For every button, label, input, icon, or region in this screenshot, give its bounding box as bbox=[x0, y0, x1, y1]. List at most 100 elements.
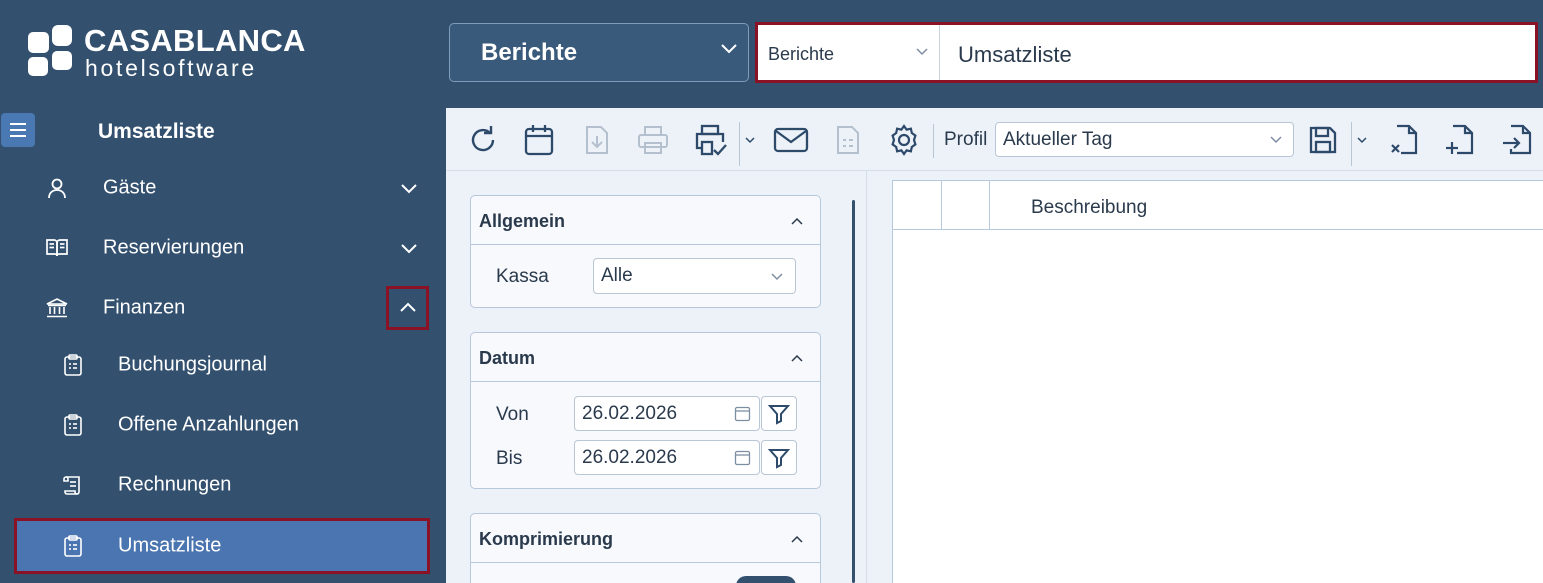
sidebar-item-label: Finanzen bbox=[103, 296, 186, 319]
save-profile-button[interactable] bbox=[1303, 120, 1343, 160]
chevron-up-icon[interactable] bbox=[790, 350, 804, 368]
print-preview-button[interactable] bbox=[633, 120, 673, 160]
grid-column-header[interactable] bbox=[893, 181, 942, 230]
filter-card-datum: Datum Von 26.02.2026 Bis 26.02.2026 bbox=[470, 332, 821, 489]
printer-icon bbox=[638, 126, 668, 154]
kassa-select-value: Alle bbox=[601, 265, 633, 286]
mail-icon bbox=[773, 127, 809, 153]
scroll-icon bbox=[60, 472, 86, 498]
new-profile-button[interactable] bbox=[1440, 120, 1480, 160]
von-label: Von bbox=[496, 404, 529, 425]
chevron-down-icon bbox=[915, 44, 929, 62]
sidebar-item-offene-anzahlungen[interactable]: Offene Anzahlungen bbox=[0, 397, 446, 453]
profil-label: Profil bbox=[944, 129, 988, 150]
print-options-dropdown[interactable] bbox=[743, 130, 757, 150]
calendar-button[interactable] bbox=[519, 120, 559, 160]
chevron-down-icon[interactable] bbox=[396, 175, 422, 201]
report-name-field[interactable]: Umsatzliste bbox=[958, 42, 1072, 68]
sidebar-item-label: Offene Anzahlungen bbox=[118, 413, 299, 436]
download-button[interactable] bbox=[577, 120, 617, 160]
kassa-label: Kassa bbox=[496, 266, 549, 287]
email-button[interactable] bbox=[771, 120, 811, 160]
profil-select-value: Aktueller Tag bbox=[1003, 129, 1113, 150]
bis-label: Bis bbox=[496, 448, 523, 469]
clipboard-icon bbox=[60, 352, 86, 378]
logo-mark-icon bbox=[28, 25, 72, 77]
filter-icon bbox=[767, 448, 791, 469]
file-plus-icon bbox=[1446, 124, 1474, 155]
chevron-down-icon bbox=[720, 41, 738, 59]
toolbar-divider bbox=[933, 124, 934, 158]
floppy-disk-icon bbox=[1309, 126, 1337, 154]
sidebar-item-label: Reservierungen bbox=[103, 236, 245, 259]
menu-toggle-button[interactable] bbox=[1, 113, 35, 147]
von-date-value: 26.02.2026 bbox=[582, 403, 678, 424]
filter-card-allgemein: Allgemein Kassa Alle bbox=[470, 195, 821, 308]
module-select[interactable]: Berichte bbox=[449, 23, 749, 82]
gear-icon bbox=[891, 124, 917, 156]
delete-profile-button[interactable] bbox=[1384, 120, 1424, 160]
sidebar-item-umsatzliste[interactable]: Umsatzliste bbox=[14, 518, 430, 574]
report-category-value: Berichte bbox=[768, 44, 835, 64]
filter-icon bbox=[767, 404, 791, 425]
chevron-down-icon bbox=[745, 137, 755, 144]
komprimierung-toggle[interactable] bbox=[736, 576, 796, 583]
card-header[interactable]: Allgemein bbox=[471, 196, 820, 245]
bis-date-input[interactable]: 26.02.2026 bbox=[574, 440, 760, 475]
file-import-icon bbox=[1503, 124, 1532, 155]
toolbar-divider bbox=[739, 122, 740, 166]
import-profile-button[interactable] bbox=[1497, 120, 1537, 160]
profil-select[interactable]: Aktueller Tag bbox=[995, 122, 1294, 157]
refresh-icon bbox=[471, 126, 495, 152]
report-selector: Berichte Umsatzliste bbox=[755, 22, 1538, 83]
refresh-button[interactable] bbox=[463, 120, 503, 160]
calendar-icon[interactable] bbox=[734, 405, 751, 427]
hamburger-icon bbox=[10, 123, 26, 137]
logo-title: CASABLANCA bbox=[84, 23, 306, 58]
chevron-down-icon[interactable] bbox=[396, 235, 422, 261]
clipboard-icon bbox=[60, 533, 86, 559]
kassa-select[interactable]: Alle bbox=[593, 258, 796, 294]
sidebar-item-rechnungen[interactable]: Rechnungen bbox=[0, 457, 446, 513]
grid-column-beschreibung[interactable]: Beschreibung bbox=[1031, 197, 1147, 219]
report-grid: Beschreibung bbox=[892, 180, 1543, 583]
sidebar-item-gaeste[interactable]: Gäste bbox=[0, 160, 446, 216]
chevron-up-icon[interactable] bbox=[790, 531, 804, 549]
save-options-dropdown[interactable] bbox=[1355, 130, 1369, 150]
sidebar-item-label: Rechnungen bbox=[118, 473, 232, 496]
sidebar-item-buchungsjournal[interactable]: Buchungsjournal bbox=[0, 337, 446, 393]
chevron-up-icon[interactable] bbox=[790, 213, 804, 231]
module-select-value: Berichte bbox=[481, 39, 578, 66]
chevron-down-icon bbox=[770, 269, 784, 287]
chevron-up-icon[interactable] bbox=[386, 286, 429, 330]
card-header[interactable]: Datum bbox=[471, 333, 820, 382]
card-header[interactable]: Komprimierung bbox=[471, 514, 820, 563]
sidebar-item-label: Buchungsjournal bbox=[118, 353, 267, 376]
card-title: Allgemein bbox=[479, 211, 566, 231]
von-date-input[interactable]: 26.02.2026 bbox=[574, 396, 760, 431]
card-title: Komprimierung bbox=[479, 529, 614, 549]
sidebar-item-finanzen[interactable]: Finanzen bbox=[0, 280, 446, 336]
clipboard-icon bbox=[60, 412, 86, 438]
settings-button[interactable] bbox=[884, 120, 924, 160]
logo-subtitle: hotelsoftware bbox=[85, 55, 257, 81]
bis-filter-button[interactable] bbox=[761, 440, 797, 475]
book-icon bbox=[44, 235, 70, 261]
filter-panel-scrollbar[interactable] bbox=[852, 200, 855, 583]
sidebar-item-label: Gäste bbox=[103, 176, 157, 199]
print-button[interactable] bbox=[691, 120, 731, 160]
grid-header-row: Beschreibung bbox=[893, 181, 1543, 230]
sidebar-item-reservierungen[interactable]: Reservierungen bbox=[0, 220, 446, 276]
sidebar-item-label: Umsatzliste bbox=[118, 534, 222, 557]
calendar-icon bbox=[524, 125, 554, 156]
filter-card-komprimierung: Komprimierung bbox=[470, 513, 821, 583]
von-filter-button[interactable] bbox=[761, 396, 797, 431]
grid-column-header[interactable] bbox=[942, 181, 990, 230]
export-csv-button[interactable] bbox=[828, 120, 868, 160]
file-table-icon bbox=[837, 126, 859, 154]
calendar-icon[interactable] bbox=[734, 449, 751, 471]
sidebar-title: Umsatzliste bbox=[98, 120, 215, 143]
card-title: Datum bbox=[479, 348, 536, 368]
file-x-icon bbox=[1391, 124, 1418, 155]
report-category-select[interactable]: Berichte bbox=[758, 25, 940, 80]
